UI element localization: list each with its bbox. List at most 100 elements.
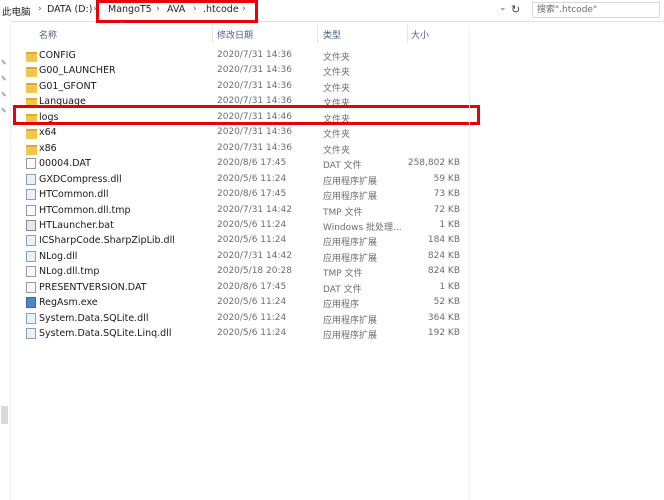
file-name: PRESENTVERSION.DAT: [39, 281, 147, 293]
file-name: x64: [39, 127, 57, 139]
file-size: 258,802 KB: [407, 158, 460, 169]
file-date: 2020/7/31 14:42: [217, 204, 292, 215]
exe-icon: [26, 297, 36, 309]
file-date: 2020/5/6 11:24: [217, 219, 287, 230]
file-row[interactable]: G00_LAUNCHER 2020/7/31 14:36 文件夹: [12, 63, 472, 78]
file-row[interactable]: G01_GFONT 2020/7/31 14:36 文件夹: [12, 79, 472, 94]
file-name: GXDCompress.dll: [39, 173, 122, 185]
file-date: 2020/5/6 11:24: [217, 328, 287, 339]
list-divider: [469, 25, 470, 500]
file-row[interactable]: RegAsm.exe 2020/5/6 11:24 应用程序 52 KB: [12, 295, 472, 310]
file-size: 824 KB: [427, 250, 460, 261]
breadcrumb-separator-icon[interactable]: ›: [38, 4, 42, 14]
search-input[interactable]: [532, 2, 660, 18]
bat-icon: [26, 219, 36, 231]
file-size: 59 KB: [433, 173, 460, 184]
file-name: x86: [39, 142, 57, 154]
folder-icon: [26, 52, 37, 62]
file-row[interactable]: x86 2020/7/31 14:36 文件夹: [12, 141, 472, 156]
file-type: Windows 批处理...: [323, 222, 402, 233]
column-divider[interactable]: [212, 25, 213, 43]
file-date: 2020/7/31 14:36: [217, 80, 292, 91]
file-size: 1 KB: [439, 219, 460, 230]
file-row[interactable]: HTCommon.dll.tmp 2020/7/31 14:42 TMP 文件 72 …: [12, 203, 472, 218]
file-name: HTCommon.dll.tmp: [39, 204, 131, 216]
file-type: TMP 文件: [323, 269, 363, 280]
dll-icon: [26, 328, 36, 340]
file-name: System.Data.SQLite.dll: [39, 312, 149, 324]
navigation-scrollbar[interactable]: [1, 406, 8, 424]
file-row[interactable]: System.Data.SQLite.dll 2020/5/6 11:24 应用程序…: [12, 311, 472, 326]
file-size: 192 KB: [427, 328, 460, 339]
file-name: NLog.dll.tmp: [39, 266, 100, 278]
file-date: 2020/5/6 11:24: [217, 173, 287, 184]
file-date: 2020/5/6 11:24: [217, 312, 287, 323]
file-row[interactable]: NLog.dll 2020/7/31 14:42 应用程序扩展 824 KB: [12, 249, 472, 264]
file-type: 应用程序扩展: [323, 315, 378, 326]
file-name: 00004.DAT: [39, 158, 91, 170]
pin-icon[interactable]: ✎: [1, 91, 7, 99]
folder-icon: [26, 82, 37, 93]
file-size: 184 KB: [427, 235, 460, 246]
file-date: 2020/8/6 17:45: [217, 189, 287, 200]
column-name[interactable]: 名称: [39, 28, 57, 41]
file-type: 文件夹: [323, 145, 351, 156]
dll-icon: [26, 312, 36, 324]
file-size: 52 KB: [433, 297, 460, 308]
column-size[interactable]: 大小: [411, 28, 429, 41]
file-row[interactable]: GXDCompress.dll 2020/5/6 11:24 应用程序扩展 59 KB: [12, 172, 472, 187]
file-name: CONFIG: [39, 50, 76, 61]
file-type: 应用程序扩展: [323, 253, 378, 264]
file-row[interactable]: x64 2020/7/31 14:36 文件夹: [12, 125, 472, 140]
file-type: 应用程序: [323, 300, 360, 311]
pin-icon[interactable]: ✎: [1, 107, 7, 115]
file-size: 364 KB: [427, 312, 460, 323]
address-highlight-box: [96, 0, 258, 23]
column-type[interactable]: 类型: [323, 28, 341, 41]
address-dropdown-icon[interactable]: ⌄: [499, 3, 507, 13]
file-date: 2020/8/6 17:45: [217, 281, 287, 292]
file-icon: [26, 158, 36, 170]
breadcrumb-this-pc[interactable]: 此电脑: [2, 4, 31, 18]
file-size: 1 KB: [439, 281, 460, 292]
file-date: 2020/7/31 14:42: [217, 250, 292, 261]
sort-caret-icon: ˄: [120, 21, 124, 29]
file-row[interactable]: HTLauncher.bat 2020/5/6 11:24 Windows 批处理.…: [12, 218, 472, 233]
file-row[interactable]: HTCommon.dll 2020/8/6 17:45 应用程序扩展 73 KB: [12, 187, 472, 202]
file-date: 2020/7/31 14:36: [217, 65, 292, 76]
pin-icon[interactable]: ✎: [1, 59, 7, 67]
file-date: 2020/7/31 14:36: [217, 50, 292, 60]
navigation-pane[interactable]: ✎ ✎ ✎ ✎: [0, 21, 11, 500]
file-type: 文件夹: [323, 53, 351, 63]
file-name: System.Data.SQLite.Linq.dll: [39, 328, 172, 340]
file-icon: [26, 204, 36, 216]
file-row[interactable]: PRESENTVERSION.DAT 2020/8/6 17:45 DAT 文件 1 …: [12, 280, 472, 295]
folder-icon: [26, 144, 37, 155]
refresh-icon[interactable]: ↻: [511, 3, 520, 16]
file-row[interactable]: 00004.DAT 2020/8/6 17:45 DAT 文件 258,802 KB: [12, 156, 472, 171]
file-type: TMP 文件: [323, 207, 363, 218]
file-date: 2020/8/6 17:45: [217, 158, 287, 169]
column-header: ˄ 名称 修改日期 类型 大小: [12, 21, 472, 43]
file-type: 文件夹: [323, 83, 351, 94]
column-date[interactable]: 修改日期: [217, 28, 253, 41]
file-date: 2020/5/18 20:28: [217, 266, 292, 277]
column-divider[interactable]: [317, 25, 318, 43]
file-date: 2020/7/31 14:36: [217, 127, 292, 138]
pin-icon[interactable]: ✎: [1, 75, 7, 83]
breadcrumb-data-drive[interactable]: DATA (D:): [47, 4, 92, 15]
file-highlight-box: [13, 105, 480, 125]
file-row[interactable]: NLog.dll.tmp 2020/5/18 20:28 TMP 文件 824 KB: [12, 264, 472, 279]
file-type: 文件夹: [323, 130, 351, 141]
file-size: 73 KB: [433, 189, 460, 200]
file-row[interactable]: ICSharpCode.SharpZipLib.dll 2020/5/6 11:2…: [12, 233, 472, 248]
file-type: 应用程序扩展: [323, 192, 378, 203]
column-divider[interactable]: [407, 25, 408, 43]
file-row[interactable]: System.Data.SQLite.Linq.dll 2020/5/6 11:2…: [12, 326, 472, 341]
file-name: HTCommon.dll: [39, 189, 109, 201]
folder-icon: [26, 67, 37, 78]
file-row[interactable]: CONFIG 2020/7/31 14:36 文件夹: [12, 48, 472, 63]
file-name: RegAsm.exe: [39, 297, 98, 309]
file-name: HTLauncher.bat: [39, 219, 114, 231]
file-type: 应用程序扩展: [323, 331, 378, 342]
